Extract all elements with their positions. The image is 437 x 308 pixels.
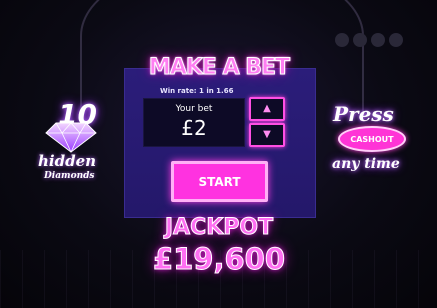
diamond-icon — [45, 122, 97, 153]
bg-dot — [335, 33, 349, 47]
arrow-down-icon: ▼ — [263, 129, 271, 140]
bet-display: Your bet £2 — [143, 98, 245, 147]
win-rate-text: Win rate: 1 in 1.66 — [160, 87, 234, 95]
cashout-promo: Press CASHOUT any time — [325, 100, 415, 180]
jackpot-label: JACKPOT — [164, 215, 274, 241]
bg-dot — [371, 33, 385, 47]
background-dots — [335, 33, 403, 47]
bg-dot — [353, 33, 367, 47]
promo-press-text: Press — [333, 102, 394, 126]
your-bet-label: Your bet — [175, 104, 213, 114]
start-button[interactable]: START — [171, 161, 268, 202]
jackpot-value: £19,600 — [152, 242, 286, 277]
promo-anytime-text: any time — [332, 156, 400, 172]
decrease-bet-button[interactable]: ▼ — [249, 123, 285, 147]
promo-hidden-text: hidden — [38, 152, 97, 170]
panel-title: MAKE A BET — [148, 55, 290, 81]
arrow-up-icon: ▲ — [263, 103, 271, 114]
bet-value: £2 — [181, 116, 207, 140]
increase-bet-button[interactable]: ▲ — [249, 97, 285, 121]
promo-diamonds-text: Diamonds — [44, 171, 95, 181]
hidden-diamonds-promo: 10 hidden Diamonds — [30, 95, 110, 190]
cashout-badge: CASHOUT — [338, 126, 406, 152]
bg-dot — [389, 33, 403, 47]
